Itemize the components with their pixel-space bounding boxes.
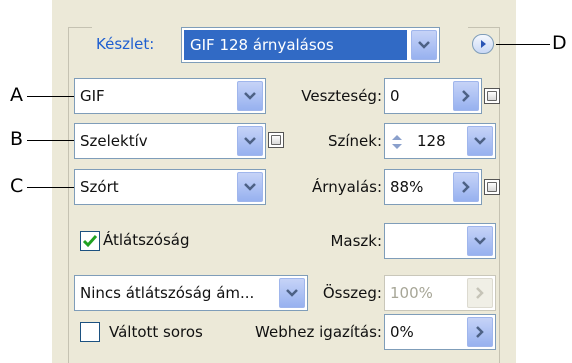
color-reduction-select[interactable]: Szelektív <box>74 123 266 159</box>
dither-value: 88% <box>390 178 424 196</box>
chevron-down-icon <box>474 137 486 145</box>
preset-label: Készlet: <box>96 35 155 53</box>
callout-a: A <box>10 84 23 106</box>
colors-value: 128 <box>417 132 446 150</box>
preset-value: GIF 128 árnyalásos <box>190 36 334 54</box>
chevron-right-icon <box>476 326 484 338</box>
chevron-right-icon <box>462 90 470 102</box>
checkmark-icon <box>82 235 98 248</box>
chevron-down-icon <box>474 237 486 245</box>
callout-c-line <box>27 187 74 188</box>
format-select[interactable]: GIF <box>74 78 266 114</box>
color-reduction-value: Szelektív <box>80 132 148 150</box>
dither-mask-icon[interactable] <box>484 179 500 195</box>
dither-algorithm-select[interactable]: Szórt <box>74 169 266 205</box>
callout-d-line <box>496 44 550 45</box>
chevron-down-icon <box>244 137 256 145</box>
dither-algorithm-value: Szórt <box>80 178 119 196</box>
colors-select[interactable]: 128 <box>384 123 496 159</box>
callout-d: D <box>552 32 567 54</box>
web-snap-field[interactable]: 0% <box>384 314 496 350</box>
web-snap-label: Webhez igazítás: <box>255 323 382 341</box>
preset-dropdown-button[interactable] <box>411 30 437 60</box>
callout-b: B <box>10 128 24 150</box>
matte-select[interactable] <box>384 223 496 259</box>
colors-dropdown-button[interactable] <box>467 126 493 156</box>
dither-algorithm-dropdown-button[interactable] <box>237 172 263 202</box>
colors-label: Színek: <box>327 132 382 150</box>
transparency-dither-select[interactable]: Nincs átlátszóság ám... <box>74 275 308 311</box>
format-dropdown-button[interactable] <box>237 81 263 111</box>
preset-group-line-right <box>468 27 500 28</box>
amount-value: 100% <box>390 284 433 302</box>
chevron-right-icon <box>462 181 470 193</box>
chevron-down-icon <box>244 183 256 191</box>
panel-menu-button[interactable] <box>472 34 494 54</box>
color-reduction-dropdown-button[interactable] <box>237 126 263 156</box>
flyout-menu-icon <box>481 40 486 48</box>
lossy-mask-icon[interactable] <box>484 88 500 104</box>
preset-group-line-left <box>68 27 92 28</box>
dither-slider-button[interactable] <box>453 172 479 202</box>
web-snap-slider-button[interactable] <box>467 317 493 347</box>
dither-field[interactable]: 88% <box>384 169 482 205</box>
amount-label: Összeg: <box>322 284 382 302</box>
amount-slider-button[interactable] <box>467 278 493 308</box>
format-value: GIF <box>80 87 105 105</box>
matte-label: Maszk: <box>330 232 382 250</box>
lossy-label: Veszteség: <box>301 87 382 105</box>
callout-b-line <box>27 140 74 141</box>
preset-group-line-right-vert <box>499 27 500 363</box>
lossy-slider-button[interactable] <box>453 81 479 111</box>
matte-dropdown-button[interactable] <box>467 226 493 256</box>
chevron-down-icon <box>244 92 256 100</box>
transparency-dither-dropdown-button[interactable] <box>279 278 305 308</box>
interlaced-label: Váltott soros <box>109 323 203 341</box>
callout-a-line <box>27 96 74 97</box>
callout-c: C <box>10 175 24 197</box>
chevron-right-icon <box>476 287 484 299</box>
preset-group-line-left-vert <box>68 27 69 363</box>
web-snap-value: 0% <box>390 323 414 341</box>
dither-label: Árnyalás: <box>312 178 382 196</box>
chevron-down-icon <box>286 289 298 297</box>
chevron-down-icon <box>418 41 430 49</box>
stepper-updown-icon[interactable] <box>390 133 404 151</box>
preset-select[interactable]: GIF 128 árnyalásos <box>181 27 440 63</box>
amount-field[interactable]: 100% <box>384 275 496 311</box>
transparency-dither-value: Nincs átlátszóság ám... <box>80 284 255 302</box>
transparency-label: Átlátszóság <box>103 231 190 249</box>
transparency-checkbox[interactable] <box>80 231 100 251</box>
lossy-field[interactable]: 0 <box>384 78 482 114</box>
lossy-value: 0 <box>390 87 400 105</box>
interlaced-checkbox[interactable] <box>80 322 100 342</box>
